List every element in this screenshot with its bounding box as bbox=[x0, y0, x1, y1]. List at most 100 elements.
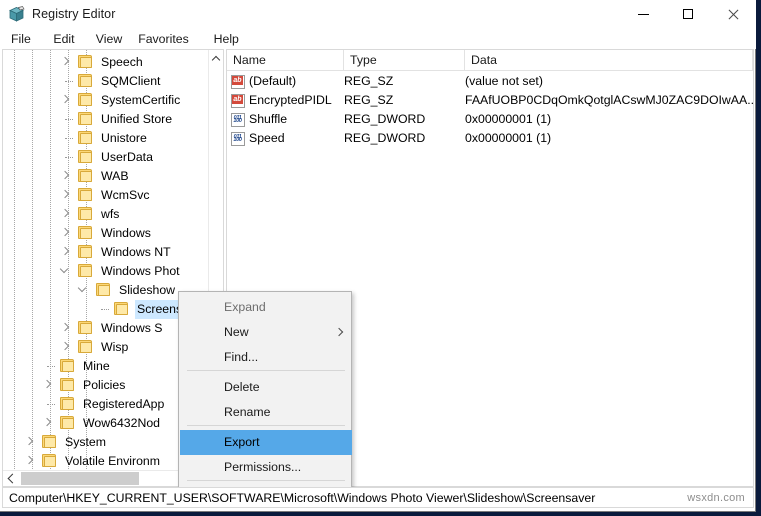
registry-editor-window: Registry Editor File Edit View Favorites Hel… bbox=[0, 0, 756, 512]
chevron-right-icon[interactable] bbox=[61, 342, 71, 353]
tree-guide-line bbox=[14, 50, 15, 469]
close-icon bbox=[727, 9, 739, 21]
menu-favorites[interactable]: Favorites bbox=[131, 31, 196, 48]
tree-item-label: Policies bbox=[83, 378, 126, 392]
value-type: REG_SZ bbox=[344, 93, 394, 107]
minimize-button[interactable] bbox=[621, 0, 666, 29]
value-data: FAAfUOBP0CDqOmkQotglACswMJ0ZAC9DOIwAA... bbox=[465, 93, 753, 107]
tree-item-label: wfs bbox=[101, 207, 120, 221]
context-find[interactable]: Find... bbox=[180, 345, 352, 370]
minimize-icon bbox=[638, 14, 649, 15]
chevron-right-icon[interactable] bbox=[25, 456, 35, 467]
value-name: EncryptedPIDL bbox=[249, 93, 332, 107]
menu-item-label: Export bbox=[224, 435, 260, 449]
folder-icon bbox=[60, 416, 75, 430]
dword-value-icon: 011 100 bbox=[231, 132, 245, 146]
folder-icon bbox=[78, 93, 93, 107]
tree-item-label: Slideshow bbox=[119, 283, 176, 297]
chevron-right-icon[interactable] bbox=[61, 247, 71, 258]
context-export[interactable]: Export bbox=[180, 430, 352, 455]
value-type: REG_DWORD bbox=[344, 131, 426, 145]
chevron-right-icon[interactable] bbox=[61, 228, 71, 239]
chevron-right-icon[interactable] bbox=[61, 323, 71, 334]
menu-edit[interactable]: Edit bbox=[46, 31, 81, 48]
tree-connector-icon bbox=[65, 119, 73, 121]
watermark: wsxdn.com bbox=[687, 492, 745, 504]
menu-item-label: Expand bbox=[224, 300, 266, 314]
folder-icon bbox=[78, 245, 93, 259]
folder-icon bbox=[60, 397, 75, 411]
context-expand[interactable]: Expand bbox=[180, 295, 352, 320]
tree-item-label: Mine bbox=[83, 359, 110, 373]
context-rename[interactable]: Rename bbox=[180, 400, 352, 425]
maximize-button[interactable] bbox=[666, 0, 711, 29]
folder-icon bbox=[96, 283, 111, 297]
column-name[interactable]: Name bbox=[227, 50, 344, 70]
chevron-right-icon[interactable] bbox=[43, 380, 53, 391]
value-data: 0x00000001 (1) bbox=[465, 131, 552, 145]
value-type: REG_SZ bbox=[344, 74, 394, 88]
value-row[interactable]: ab EncryptedPIDL REG_SZ FAAfUOBP0CDqOmkQotg… bbox=[227, 91, 753, 110]
tree-connector-icon bbox=[65, 157, 73, 159]
value-row[interactable]: 011 100 Speed REG_DWORD 0x00000001 (1) bbox=[227, 129, 753, 148]
value-row[interactable]: ab (Default) REG_SZ (value not set) bbox=[227, 72, 753, 91]
folder-icon bbox=[78, 112, 93, 126]
scroll-up-button[interactable] bbox=[209, 50, 223, 65]
chevron-down-icon[interactable] bbox=[79, 285, 89, 296]
menu-item-label: Find... bbox=[224, 350, 259, 364]
chevron-up-icon bbox=[213, 55, 219, 61]
menu-bar: File Edit View Favorites Help bbox=[0, 29, 756, 49]
tree-item-label: Windows S bbox=[101, 321, 163, 335]
value-data: (value not set) bbox=[465, 74, 543, 88]
horizontal-scroll-thumb[interactable] bbox=[21, 472, 139, 485]
column-type[interactable]: Type bbox=[344, 50, 465, 70]
dword-value-icon: 011 100 bbox=[231, 113, 245, 127]
menu-file[interactable]: File bbox=[4, 31, 38, 48]
folder-icon bbox=[60, 359, 75, 373]
chevron-right-icon[interactable] bbox=[61, 57, 71, 68]
title-bar: Registry Editor bbox=[0, 0, 756, 29]
tree-item-label: Wow6432Nod bbox=[83, 416, 161, 430]
column-data[interactable]: Data bbox=[465, 50, 753, 70]
tree-item-label: SQMClient bbox=[101, 74, 161, 88]
scroll-left-button[interactable] bbox=[3, 471, 19, 486]
context-menu: Expand New Find... Delete Rename Export Permis… bbox=[178, 291, 352, 504]
listview-header: Name Type Data bbox=[227, 50, 753, 71]
tree-item-label: RegisteredApp bbox=[83, 397, 165, 411]
tree-item-label: Speech bbox=[101, 55, 143, 69]
menu-help[interactable]: Help bbox=[207, 31, 246, 48]
tree-item-label: Windows NT bbox=[101, 245, 171, 259]
string-value-icon: ab bbox=[231, 94, 245, 108]
folder-icon bbox=[78, 131, 93, 145]
folder-icon bbox=[78, 340, 93, 354]
string-value-icon: ab bbox=[231, 75, 245, 89]
folder-icon bbox=[78, 226, 93, 240]
chevron-right-icon[interactable] bbox=[61, 95, 71, 106]
chevron-down-icon[interactable] bbox=[61, 266, 71, 277]
chevron-right-icon[interactable] bbox=[61, 209, 71, 220]
folder-icon bbox=[78, 150, 93, 164]
menu-separator bbox=[187, 480, 345, 481]
tree-item-label: System bbox=[65, 435, 106, 449]
folder-icon bbox=[78, 188, 93, 202]
menu-view[interactable]: View bbox=[89, 31, 129, 48]
tree-item-label: Wisp bbox=[101, 340, 129, 354]
status-bar: Computer\HKEY_CURRENT_USER\SOFTWARE\Micr… bbox=[2, 487, 754, 508]
chevron-left-icon bbox=[9, 475, 15, 481]
close-button[interactable] bbox=[711, 0, 756, 29]
chevron-right-icon[interactable] bbox=[43, 418, 53, 429]
context-new[interactable]: New bbox=[180, 320, 352, 345]
chevron-right-icon[interactable] bbox=[61, 171, 71, 182]
menu-separator bbox=[187, 370, 345, 371]
context-delete[interactable]: Delete bbox=[180, 375, 352, 400]
folder-icon bbox=[78, 55, 93, 69]
chevron-right-icon[interactable] bbox=[61, 190, 71, 201]
window-title: Registry Editor bbox=[32, 7, 116, 21]
folder-icon bbox=[42, 435, 57, 449]
context-permissions[interactable]: Permissions... bbox=[180, 455, 352, 480]
tree-item-label: Volatile Environm bbox=[65, 454, 161, 468]
chevron-right-icon[interactable] bbox=[25, 437, 35, 448]
value-row[interactable]: 011 100 Shuffle REG_DWORD 0x00000001 (1) bbox=[227, 110, 753, 129]
chevron-right-icon bbox=[336, 329, 342, 336]
menu-separator bbox=[187, 425, 345, 426]
